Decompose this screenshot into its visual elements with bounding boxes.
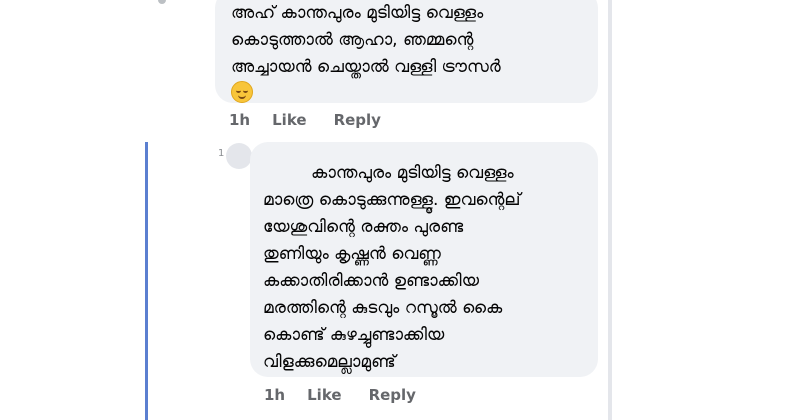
like-button[interactable]: Like [307, 386, 341, 404]
reply-text-line: മരത്തിന്റെ കുടവും റസൂൽ കൈ [263, 298, 503, 318]
comment-text-line: അഹ് കാന്തപുരം മുടിയിട്ട വെള്ളം [231, 3, 484, 23]
reply-actions: 1h Like Reply [264, 386, 416, 404]
comment-actions: 1h Like Reply [229, 111, 381, 129]
reply-timestamp[interactable]: 1h [264, 386, 285, 404]
reply-thread-line [145, 142, 148, 420]
reply-text-line: വിളക്കുമെല്ലാമുണ്ട് [263, 352, 396, 372]
reply-text-line: കൊണ്ട് കുഴച്ചുണ്ടാക്കിയ [263, 325, 445, 345]
avatar[interactable] [226, 143, 252, 169]
comment-bubble: അഹ് കാന്തപുരം മുടിയിട്ട വെള്ളം കൊടുത്താൽ… [215, 0, 598, 103]
reply-bubble: കാന്തപുരം മുടിയിട്ട വെള്ളം മാത്രെ കൊടുക്… [250, 142, 598, 377]
reply-text-line: കക്കാതിരിക്കാൻ ഉണ്ടാക്കിയ [263, 271, 479, 291]
comment-text-line: അച്ചായൻ ചെയ്താൽ വള്ളി ട്രൗസർ [231, 57, 501, 77]
reply-text-line: മാത്രെ കൊടുക്കുന്നുള്ളൂ. ഇവന്റെല് [263, 190, 521, 210]
panel-divider [608, 0, 612, 420]
comment-timestamp[interactable]: 1h [229, 111, 250, 129]
avatar-badge: 1 [218, 148, 225, 159]
reply-button[interactable]: Reply [334, 111, 381, 129]
relieved-face-emoji-icon [231, 81, 253, 103]
comment-text-line: കൊടുത്താൽ ആഹാ, ഞമ്മന്റെ [231, 30, 474, 50]
like-button[interactable]: Like [272, 111, 306, 129]
reply-button[interactable]: Reply [369, 386, 416, 404]
reply-text-line: കാന്തപുരം മുടിയിട്ട വെള്ളം [311, 163, 514, 183]
reply-text-line: യേശുവിന്റെ രക്തം പുരണ്ട [263, 217, 464, 237]
reply-text-line: തുണിയും കൃഷ്ണൻ വെണ്ണ [263, 244, 441, 264]
